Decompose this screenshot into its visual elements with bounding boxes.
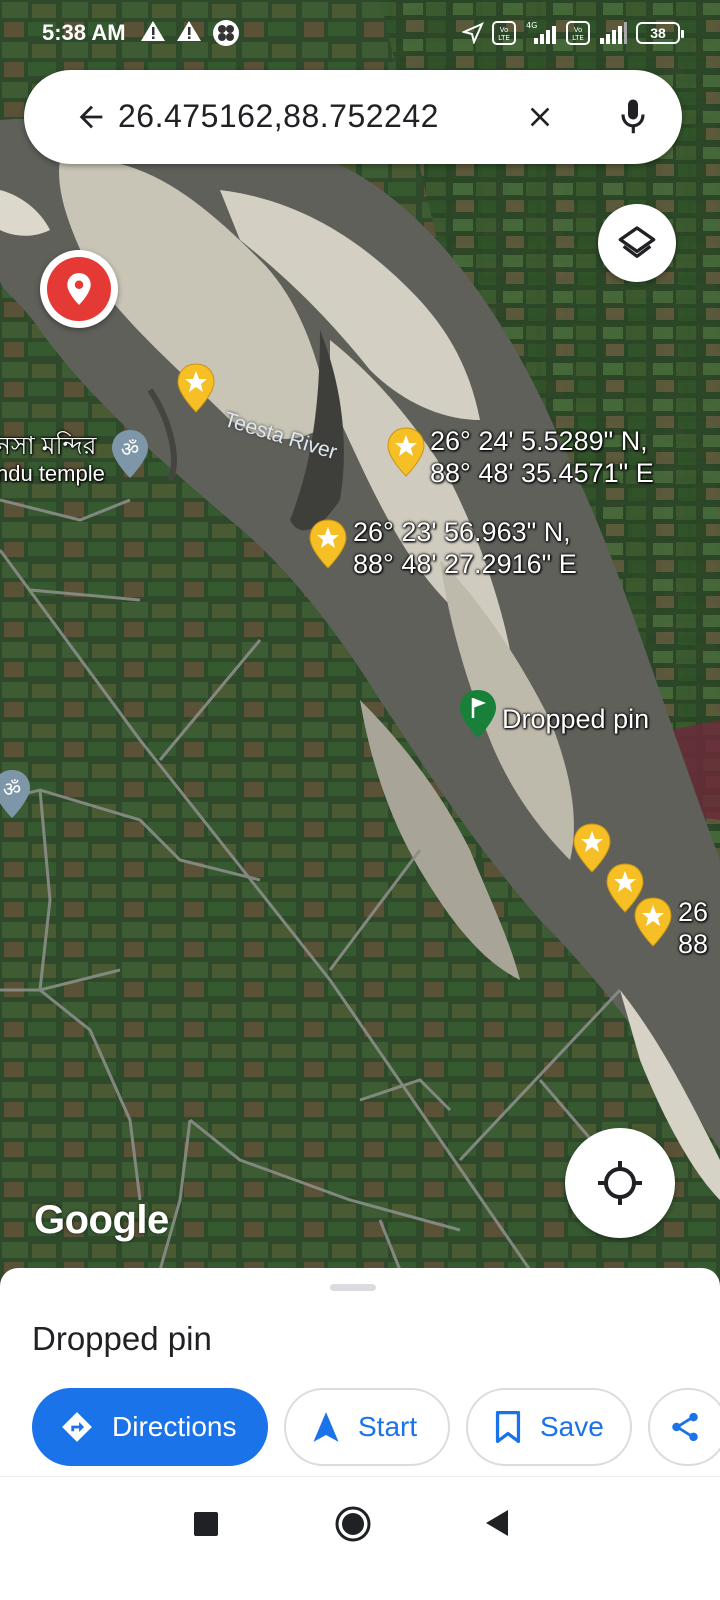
bookmark-icon: [495, 1410, 521, 1444]
navigation-arrow-icon: [313, 1412, 339, 1442]
svg-text:Vo: Vo: [500, 26, 509, 34]
dropped-pin-flag-icon[interactable]: [458, 688, 498, 740]
satellite-imagery: [0, 0, 720, 1300]
crosshair-icon: [598, 1161, 642, 1205]
saved-star-pin-icon[interactable]: [633, 896, 673, 948]
svg-text:4G: 4G: [526, 21, 537, 30]
pin-label-lat: 26° 24' 5.5289" N,: [430, 426, 648, 456]
directions-label: Directions: [112, 1411, 237, 1442]
saved-star-pin-icon[interactable]: [386, 426, 426, 478]
saved-star-pin-icon[interactable]: [176, 362, 216, 414]
warning-icon: [141, 21, 165, 41]
svg-text:Vo: Vo: [574, 26, 583, 34]
search-bar[interactable]: 26.475162,88.752242: [24, 70, 682, 164]
start-button[interactable]: Start: [284, 1388, 450, 1466]
svg-text:ॐ: ॐ: [3, 777, 21, 801]
layers-icon: [618, 226, 656, 258]
recents-square-icon[interactable]: [193, 1511, 219, 1537]
signal-icon: [600, 22, 627, 44]
directions-button[interactable]: Directions: [32, 1388, 268, 1466]
selected-location-pin[interactable]: [40, 250, 118, 328]
pin-label[interactable]: 26° 23' 56.963" N, 88° 48' 27.2916" E: [353, 516, 577, 580]
place-bottom-sheet[interactable]: Dropped pin Directions Start Save: [0, 1268, 720, 1480]
temple-label-line2: ndu temple: [0, 461, 105, 486]
layers-button[interactable]: [598, 204, 676, 282]
pin-label-lon: 88: [678, 929, 709, 959]
temple-pin-icon[interactable]: ॐ: [0, 768, 32, 820]
temple-label[interactable]: নসা মন্দির ndu temple: [0, 432, 105, 488]
map-view[interactable]: Teesta River নসা মন্দির ndu temple ॐ ॐ 2…: [0, 0, 720, 1300]
location-arrow-icon: [462, 22, 484, 44]
svg-text:ॐ: ॐ: [121, 437, 139, 461]
save-button[interactable]: Save: [466, 1388, 632, 1466]
pin-label[interactable]: 26 88: [678, 896, 708, 960]
warning-icon: [177, 21, 201, 41]
pin-label-lat: 26° 23' 56.963" N,: [353, 517, 571, 547]
microphone-icon[interactable]: [618, 96, 648, 138]
home-circle-icon[interactable]: [334, 1505, 372, 1543]
pinwheel-icon: [213, 20, 239, 46]
pin-label-lat: 26: [678, 897, 709, 927]
share-button[interactable]: [648, 1388, 720, 1466]
google-logo: Google: [34, 1198, 169, 1242]
pin-label-lon: 88° 48' 35.4571" E: [430, 458, 654, 488]
status-time: 5:38 AM: [42, 20, 126, 45]
svg-text:LTE: LTE: [572, 34, 584, 42]
volte-icon: VoLTE: [566, 21, 590, 45]
save-label: Save: [540, 1411, 604, 1442]
temple-label-line1: নসা মন্দির: [0, 432, 97, 460]
share-icon: [672, 1412, 698, 1442]
my-location-button[interactable]: [565, 1128, 675, 1238]
pin-label[interactable]: 26° 24' 5.5289" N, 88° 48' 35.4571" E: [430, 425, 654, 489]
search-input[interactable]: 26.475162,88.752242: [118, 98, 439, 135]
directions-icon: [62, 1412, 92, 1442]
start-label: Start: [358, 1411, 418, 1442]
volte-icon: VoLTE: [492, 21, 516, 45]
close-icon[interactable]: [524, 101, 556, 133]
dropped-pin-label[interactable]: Dropped pin: [502, 703, 649, 735]
location-marker-icon: [47, 257, 111, 321]
place-title: Dropped pin: [32, 1320, 212, 1357]
signal-4g-icon: 4G: [526, 21, 556, 44]
status-bar: 5:38 AM Vo LTE 4G Vo LTE 38: [0, 0, 720, 66]
saved-star-pin-icon[interactable]: [308, 518, 348, 570]
battery-indicator: 38: [636, 22, 684, 44]
pin-label-lon: 88° 48' 27.2916" E: [353, 549, 577, 579]
temple-pin-icon[interactable]: ॐ: [110, 428, 150, 480]
back-triangle-icon[interactable]: [484, 1508, 510, 1538]
drag-handle[interactable]: [330, 1284, 376, 1291]
svg-text:LTE: LTE: [498, 34, 510, 42]
arrow-left-icon[interactable]: [74, 100, 108, 134]
system-nav-bar: [0, 1476, 720, 1600]
